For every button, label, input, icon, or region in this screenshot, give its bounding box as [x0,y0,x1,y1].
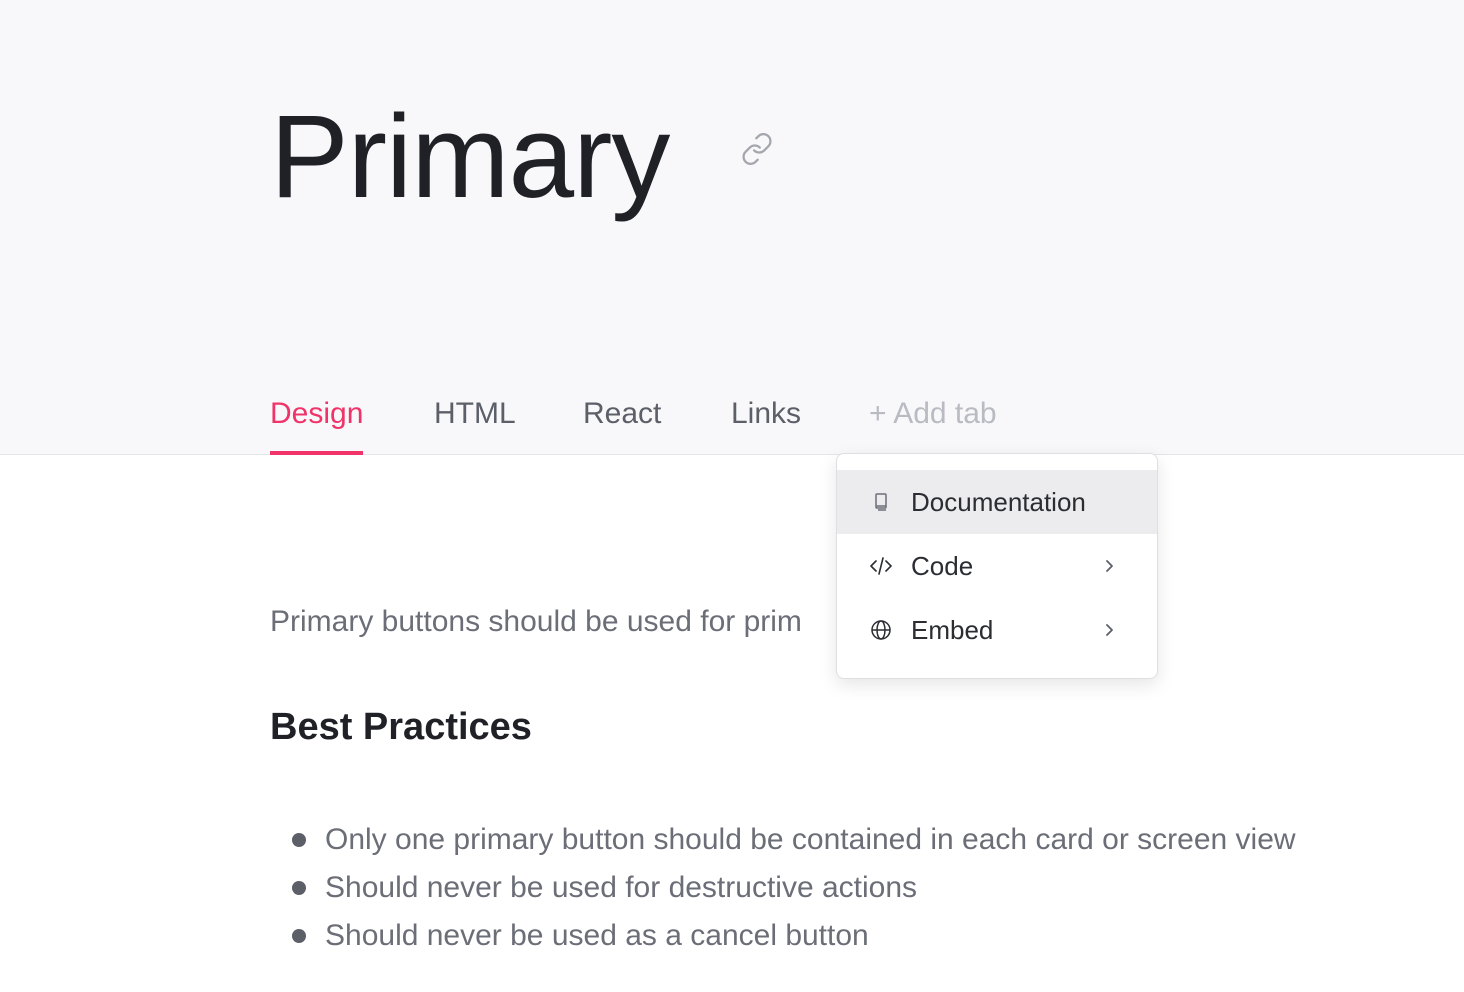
page-title: Primary [270,91,670,223]
list-item: Should never be used as a cancel button [290,912,1296,960]
menu-item-label: Documentation [911,487,1086,517]
list-item: Should never be used for destructive act… [290,864,1296,912]
intro-text: Primary buttons should be used for prim [270,605,802,638]
menu-item-label: Code [911,551,974,581]
page-header: Primary Design HTML React Links + Add ta… [0,0,1464,455]
best-practices-list: Only one primary button should be contai… [290,816,1296,960]
best-practices-heading: Best Practices [270,706,532,748]
list-item: Only one primary button should be contai… [290,816,1296,864]
add-tab-button[interactable]: + Add tab [869,392,997,455]
list-item-text: Should never be used as a cancel button [325,919,869,952]
bullet-icon [292,881,306,895]
menu-item-code[interactable]: Code [837,534,1157,598]
menu-item-embed[interactable]: Embed [837,598,1157,662]
code-icon [869,554,893,578]
chevron-right-icon [1099,620,1119,640]
link-icon[interactable] [740,132,774,166]
tab-links[interactable]: Links [731,392,801,455]
list-item-text: Only one primary button should be contai… [325,823,1296,856]
tab-html[interactable]: HTML [434,392,516,455]
book-icon [869,490,893,514]
menu-item-documentation[interactable]: Documentation [837,470,1157,534]
menu-item-label: Embed [911,615,994,645]
chevron-right-icon [1099,556,1119,576]
bullet-icon [292,833,306,847]
add-tab-dropdown-menu: Documentation Code Embed [836,453,1158,679]
list-item-text: Should never be used for destructive act… [325,871,918,904]
bullet-icon [292,929,306,943]
tab-react[interactable]: React [583,392,661,455]
tab-design[interactable]: Design [270,392,364,455]
globe-icon [869,618,893,642]
